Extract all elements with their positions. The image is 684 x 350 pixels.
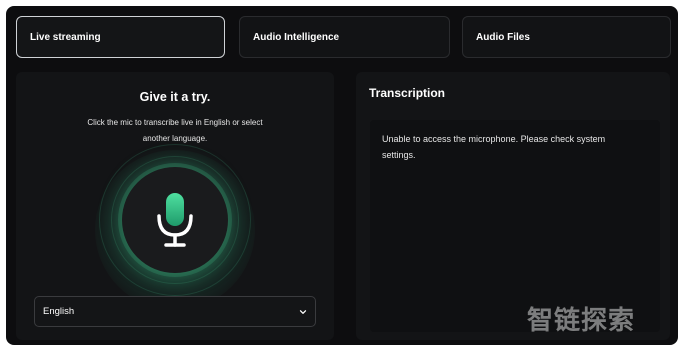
transcription-message-line-2: settings. (382, 150, 416, 160)
try-panel: Give it a try. Click the mic to transcri… (16, 72, 334, 340)
tab-label: Audio Files (476, 31, 530, 43)
tab-label: Audio Intelligence (253, 31, 340, 43)
tab-label: Live streaming (30, 31, 101, 43)
tab-audio-intelligence[interactable]: Audio Intelligence (239, 16, 450, 58)
tab-live-streaming[interactable]: Live streaming (16, 16, 225, 58)
transcription-title: Transcription (369, 86, 446, 100)
microphone-icon (157, 193, 193, 247)
chevron-down-icon (299, 310, 307, 314)
try-subtitle-line-1: Click the mic to transcribe live in Engl… (87, 118, 263, 127)
try-subtitle: Click the mic to transcribe live in Engl… (66, 115, 284, 147)
language-select-value: English (43, 306, 75, 317)
try-title: Give it a try. (139, 90, 211, 104)
language-select[interactable]: English (34, 296, 316, 327)
mic-button[interactable] (122, 167, 228, 273)
tab-audio-files[interactable]: Audio Files (462, 16, 671, 58)
app-frame: Live streaming Audio Intelligence Audio … (6, 6, 678, 345)
watermark-text: 智链探索 (527, 306, 636, 336)
transcription-message: Unable to access the microphone. Please … (382, 131, 652, 163)
transcription-message-line-1: Unable to access the microphone. Please … (382, 134, 606, 144)
